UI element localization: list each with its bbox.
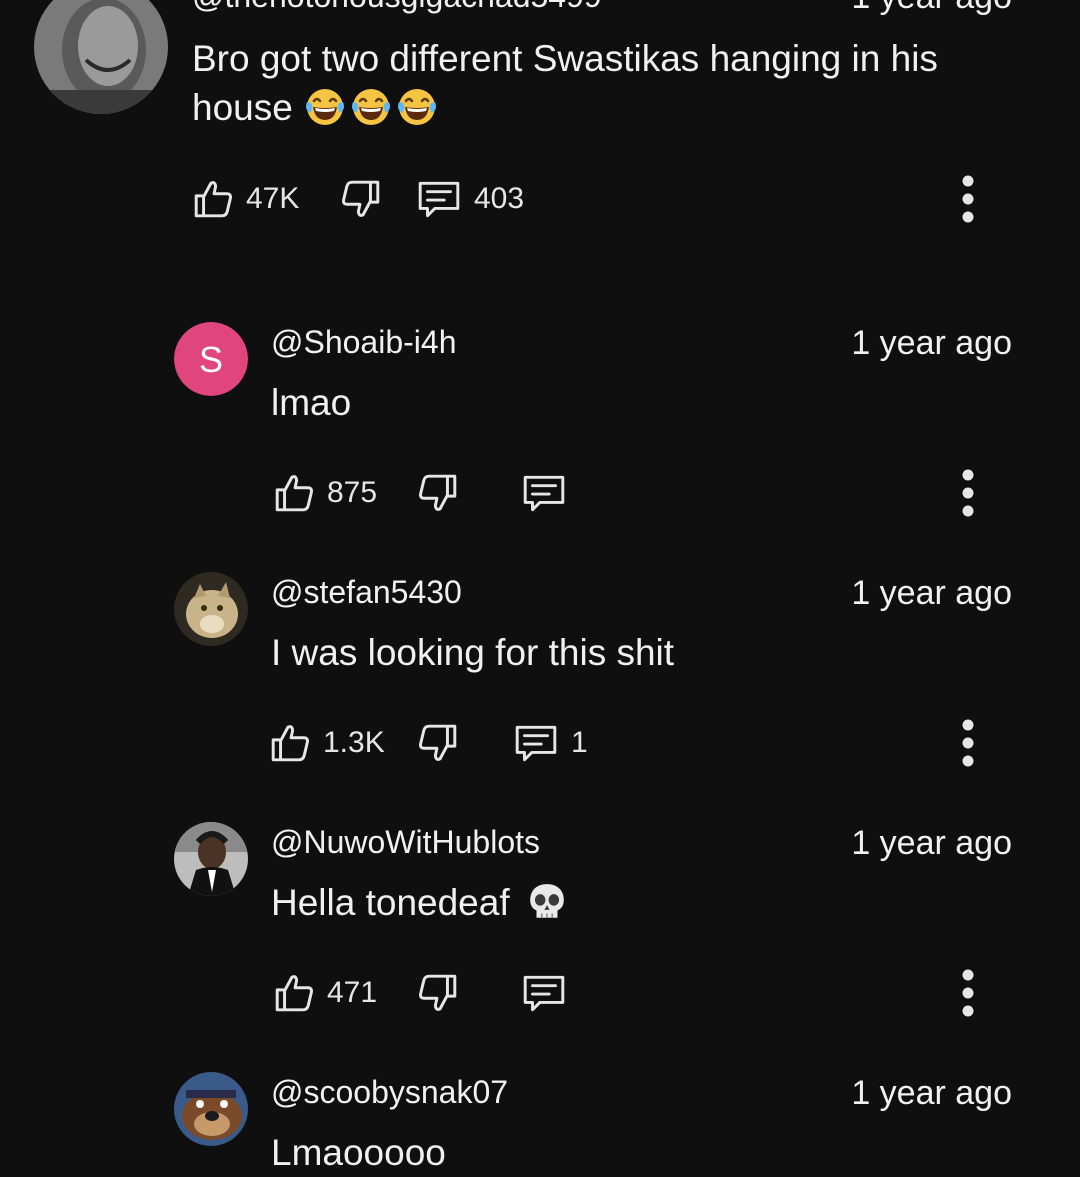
- more-vert-icon: [958, 468, 978, 518]
- like-count: 471: [327, 976, 378, 1009]
- comment-text: lmao: [271, 382, 352, 423]
- like-button[interactable]: 1.3K: [269, 718, 385, 768]
- reply-button[interactable]: 1: [513, 718, 588, 768]
- avatar[interactable]: [174, 572, 248, 646]
- dislike-button[interactable]: [417, 968, 459, 1018]
- avatar[interactable]: [174, 822, 248, 896]
- like-button[interactable]: 875: [273, 468, 377, 518]
- more-options-button[interactable]: [958, 718, 978, 768]
- reply-button[interactable]: 403: [416, 174, 524, 224]
- like-count: 47K: [246, 182, 300, 215]
- like-count: 1.3K: [323, 726, 385, 759]
- reply-button[interactable]: [521, 968, 567, 1018]
- more-vert-icon: [958, 718, 978, 768]
- avatar[interactable]: [34, 0, 168, 114]
- more-vert-icon: [958, 174, 978, 224]
- skull-emoji-icon: [526, 881, 568, 935]
- reply-icon: [521, 972, 567, 1014]
- reply-icon: [513, 722, 559, 764]
- comment-text: Hella tonedeaf: [271, 878, 568, 935]
- thumbs-down-icon: [417, 472, 459, 514]
- reply-icon: [521, 472, 567, 514]
- comment-timestamp: 1 year ago: [851, 824, 1012, 862]
- like-button[interactable]: 47K: [192, 174, 299, 224]
- like-button[interactable]: 471: [273, 968, 377, 1018]
- comment-author[interactable]: @NuwoWitHublots: [271, 824, 540, 861]
- dislike-button[interactable]: [417, 468, 459, 518]
- comment-text: Lmaooooo: [271, 1132, 446, 1173]
- comment-timestamp: 1 year ago: [851, 0, 1012, 17]
- more-options-button[interactable]: [958, 174, 978, 224]
- reply-icon: [416, 178, 462, 220]
- comment-text-fragment: house: [192, 87, 293, 128]
- comment-text-line: house: [192, 83, 938, 140]
- laughing-emoji-icon: [303, 86, 443, 140]
- dislike-button[interactable]: [340, 174, 382, 224]
- comment-timestamp: 1 year ago: [851, 1074, 1012, 1112]
- thumbs-down-icon: [417, 722, 459, 764]
- comment-text: I was looking for this shit: [271, 632, 675, 673]
- more-options-button[interactable]: [958, 968, 978, 1018]
- thumbs-up-icon: [269, 722, 311, 764]
- comment-actions: 1.3K 1: [269, 718, 1079, 768]
- more-vert-icon: [958, 968, 978, 1018]
- thumbs-down-icon: [340, 178, 382, 220]
- comment-author[interactable]: @stefan5430: [271, 574, 462, 611]
- avatar[interactable]: S: [174, 322, 248, 396]
- comment-timestamp: 1 year ago: [851, 574, 1012, 612]
- reply-count: 1: [571, 726, 588, 759]
- comment-text-fragment: Hella tonedeaf: [271, 882, 510, 923]
- comment-text: Bro got two different Swastikas hanging …: [192, 34, 938, 140]
- dislike-button[interactable]: [417, 718, 459, 768]
- comment-author[interactable]: @thenotoriousgigachad5499: [192, 0, 602, 15]
- comment-text-line: Bro got two different Swastikas hanging …: [192, 38, 938, 79]
- thumbs-up-icon: [273, 972, 315, 1014]
- more-options-button[interactable]: [958, 468, 978, 518]
- like-count: 875: [327, 476, 378, 509]
- avatar[interactable]: [174, 1072, 248, 1146]
- comment-author[interactable]: @Shoaib-i4h: [271, 324, 456, 361]
- comment-actions: 47K 403: [192, 174, 1002, 224]
- reply-button[interactable]: [521, 468, 567, 518]
- thumbs-down-icon: [417, 972, 459, 1014]
- avatar-letter: S: [199, 339, 223, 380]
- comment-timestamp: 1 year ago: [851, 324, 1012, 362]
- reply-count: 403: [474, 182, 525, 215]
- thumbs-up-icon: [273, 472, 315, 514]
- comment-author[interactable]: @scoobysnak07: [271, 1074, 508, 1111]
- comment-actions: 471: [273, 968, 1080, 1018]
- comment-actions: 875: [273, 468, 1080, 518]
- thumbs-up-icon: [192, 178, 234, 220]
